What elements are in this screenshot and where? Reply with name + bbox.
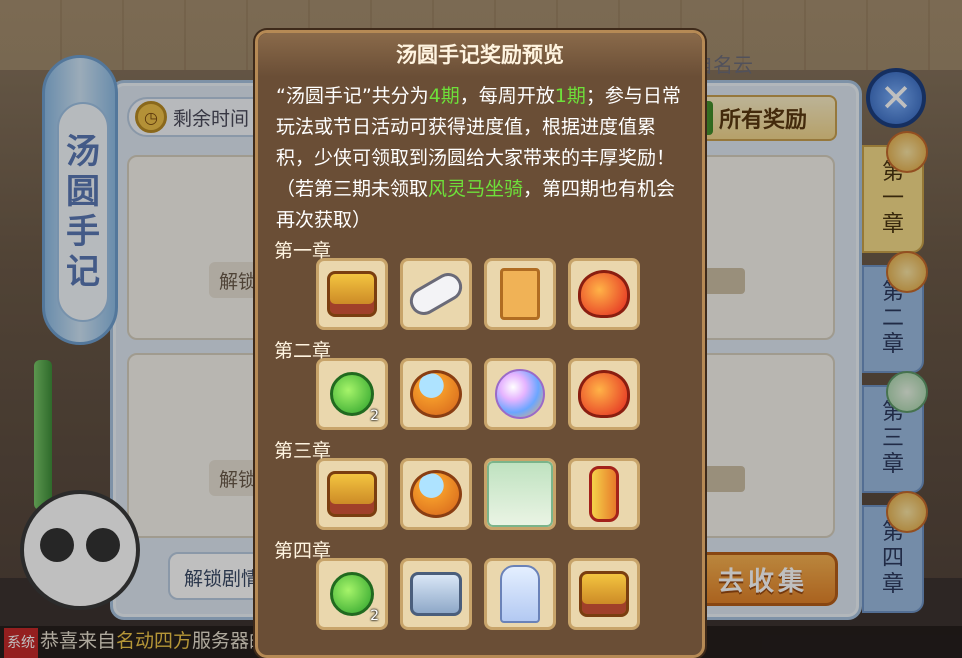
red-scroll-icon xyxy=(589,466,619,522)
reward-preview-popup: 汤圆手记奖励预览 “汤圆手记”共分为4期，每周开放1期；参与日常玩法或节日活动可… xyxy=(255,30,705,658)
chapter-3-rewards: 第三章 xyxy=(258,438,702,530)
reward-item[interactable] xyxy=(484,458,556,530)
reward-item[interactable] xyxy=(400,458,472,530)
reward-item[interactable] xyxy=(484,258,556,330)
popup-title: 汤圆手记奖励预览 xyxy=(258,33,702,77)
gem-chest-icon xyxy=(579,571,629,617)
reward-item[interactable] xyxy=(400,258,472,330)
silver-chest-icon xyxy=(410,572,462,616)
chapter-4-rewards: 第四章 2 xyxy=(258,538,702,630)
treasure-chest-icon xyxy=(327,471,377,517)
reward-item[interactable] xyxy=(568,558,640,630)
robe-icon xyxy=(500,565,540,623)
reward-item[interactable] xyxy=(400,358,472,430)
gourd-icon xyxy=(330,572,374,616)
treasure-chest-icon xyxy=(327,271,377,317)
rainbow-orb-icon xyxy=(495,369,545,419)
reward-item[interactable] xyxy=(484,558,556,630)
popup-description: “汤圆手记”共分为4期，每周开放1期；参与日常玩法或节日活动可获得进度值，根据进… xyxy=(258,77,702,236)
scroll-icon xyxy=(404,267,468,321)
chapter-1-rewards: 第一章 xyxy=(258,238,702,330)
lucky-bag-icon xyxy=(578,370,630,418)
desc-highlight: 1期 xyxy=(554,85,586,107)
desc-highlight: 4期 xyxy=(428,85,460,107)
bell-book-icon xyxy=(500,268,540,320)
reward-item[interactable]: 2 xyxy=(316,558,388,630)
lucky-bag-icon xyxy=(578,270,630,318)
reward-item[interactable] xyxy=(568,458,640,530)
desc-text: ，每周开放 xyxy=(459,85,555,107)
reward-item[interactable] xyxy=(568,258,640,330)
desc-highlight: 风灵马坐骑 xyxy=(428,178,524,200)
item-count: 2 xyxy=(370,408,379,424)
reward-item[interactable] xyxy=(316,458,388,530)
reward-item[interactable]: 2 xyxy=(316,358,388,430)
reward-item[interactable] xyxy=(316,258,388,330)
reward-item[interactable] xyxy=(400,558,472,630)
chapter-2-rewards: 第二章 2 xyxy=(258,338,702,430)
desc-text: “汤圆手记”共分为 xyxy=(276,85,429,107)
reward-item[interactable] xyxy=(484,358,556,430)
reward-item[interactable] xyxy=(568,358,640,430)
wind-horse-icon xyxy=(487,461,553,527)
ice-bag-icon xyxy=(410,370,462,418)
item-count: 2 xyxy=(370,608,379,624)
gourd-icon xyxy=(330,372,374,416)
crystal-bag-icon xyxy=(410,470,462,518)
